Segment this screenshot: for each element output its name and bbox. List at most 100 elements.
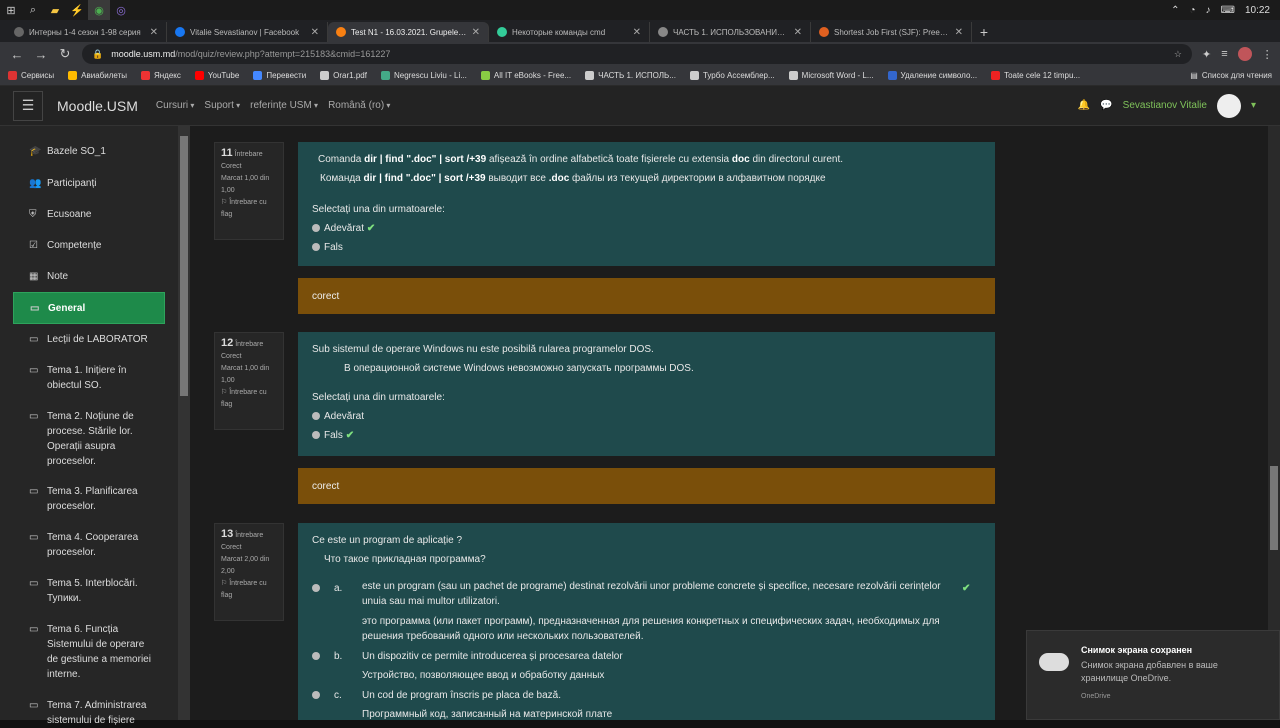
extensions-icon[interactable]: ✦: [1202, 48, 1211, 61]
sidebar-item-participants[interactable]: 👥 Participanți: [13, 176, 165, 191]
reload-icon[interactable]: ↻: [58, 46, 72, 62]
app-icon[interactable]: ⚡: [66, 0, 88, 20]
forward-icon[interactable]: →: [34, 47, 48, 62]
site-brand[interactable]: Moodle.USM: [57, 98, 138, 114]
sidebar-item-section[interactable]: ▭ Lecții de LABORATOR: [13, 332, 165, 347]
answer-option[interactable]: Fals ✔: [312, 426, 981, 445]
chevron-up-icon[interactable]: ⌃: [1171, 5, 1179, 16]
bookmark-item[interactable]: Сервисы: [8, 71, 54, 80]
bookmark-item[interactable]: Toate cele 12 timpu...: [991, 71, 1080, 80]
flag-question-link[interactable]: Întrebare cu flag: [221, 389, 267, 408]
flag-icon[interactable]: ⚐: [221, 580, 227, 587]
close-icon[interactable]: ✕: [794, 27, 802, 38]
answer-option[interactable]: c. Un cod de program înscris pe placa de…: [312, 686, 981, 720]
close-icon[interactable]: ✕: [150, 27, 158, 38]
system-tray: ⌃ ◔ ♪ ⌨ 10:22: [1171, 5, 1280, 16]
radio-button[interactable]: [312, 431, 320, 440]
chevron-down-icon[interactable]: ▾: [1251, 100, 1256, 111]
scrollbar-thumb[interactable]: [180, 136, 188, 396]
bookmark-item[interactable]: Турбо Ассемблер...: [689, 71, 775, 80]
bookmark-item[interactable]: Яндекс: [140, 71, 181, 80]
browser-tab[interactable]: Shortest Job First (SJF): Preempti ✕: [811, 22, 972, 42]
bookmark-item[interactable]: Negrescu Liviu - Li...: [380, 71, 467, 80]
sidebar-item-badges[interactable]: ⛨ Ecusoane: [13, 207, 165, 222]
sidebar-item-competencies[interactable]: ☑ Competențe: [13, 238, 165, 253]
answer-option[interactable]: Adevărat: [312, 407, 981, 426]
menu-referinte[interactable]: referințe USM: [250, 100, 318, 111]
file-explorer-icon[interactable]: ▰: [44, 0, 66, 20]
close-icon[interactable]: ✕: [472, 27, 480, 38]
flag-icon[interactable]: ⚐: [221, 199, 227, 206]
answer-option[interactable]: Fals: [312, 238, 981, 257]
browser-tab[interactable]: Интерны 1-4 сезон 1-98 серия ✕: [6, 22, 167, 42]
onedrive-notification[interactable]: Снимок экрана сохранен Снимок экрана доб…: [1026, 630, 1280, 720]
browser-tab[interactable]: Некоторые команды cmd ✕: [489, 22, 650, 42]
new-tab-button[interactable]: +: [972, 22, 996, 42]
wifi-icon[interactable]: ◔: [1189, 5, 1195, 16]
bookmark-item[interactable]: Microsoft Word - L...: [788, 71, 874, 80]
star-icon[interactable]: ☆: [1174, 49, 1182, 60]
back-icon[interactable]: ←: [10, 47, 24, 62]
url-input[interactable]: 🔒 moodle.usm.md /mod/quiz/review.php?att…: [82, 44, 1192, 64]
bell-icon[interactable]: 🔔: [1078, 100, 1090, 111]
answer-option[interactable]: b. Un dispozitiv ce permite introducerea…: [312, 647, 981, 685]
avatar[interactable]: [1216, 93, 1241, 118]
menu-icon[interactable]: ⋮: [1262, 48, 1273, 61]
menu-cursuri[interactable]: Cursuri: [156, 100, 194, 111]
bookmark-item[interactable]: Orar1.pdf: [320, 71, 367, 80]
scrollbar-thumb[interactable]: [1270, 466, 1278, 550]
close-icon[interactable]: ✕: [955, 27, 963, 38]
sidebar-item-general[interactable]: ▭ General: [13, 292, 165, 324]
radio-button[interactable]: [312, 584, 320, 592]
clock[interactable]: 10:22: [1245, 5, 1270, 16]
sidebar-item-section[interactable]: ▭ Tema 3. Planificarea proceselor.: [13, 484, 165, 514]
chat-icon[interactable]: 💬: [1100, 100, 1112, 111]
language-icon[interactable]: ⌨: [1221, 5, 1235, 16]
radio-button[interactable]: [312, 243, 320, 252]
bookmark-item[interactable]: All IT eBooks - Free...: [480, 71, 571, 80]
reading-list-link[interactable]: ▤ Список для чтения: [1190, 71, 1280, 80]
flag-question-link[interactable]: Întrebare cu flag: [221, 199, 267, 218]
hamburger-menu-button[interactable]: ☰: [13, 90, 43, 121]
menu-language[interactable]: Română (ro): [328, 100, 390, 111]
sidebar-item-section[interactable]: ▭ Tema 7. Administrarea sistemului de fiș…: [13, 698, 165, 728]
close-icon[interactable]: ✕: [633, 27, 641, 38]
radio-button[interactable]: [312, 652, 320, 660]
radio-button[interactable]: [312, 691, 320, 699]
radio-button[interactable]: [312, 224, 320, 233]
bookmark-item[interactable]: YouTube: [194, 71, 240, 80]
answer-option[interactable]: Adevărat ✔: [312, 219, 981, 238]
browser-tab-active[interactable]: Test N1 - 16.03.2021. Grupele ro... ✕: [328, 22, 489, 42]
bookmark-item[interactable]: Удаление символо...: [887, 71, 977, 80]
bookmark-label: Сервисы: [21, 71, 55, 80]
lock-icon[interactable]: 🔒: [92, 49, 103, 60]
sidebar-item-section[interactable]: ▭ Tema 6. Funcția Sistemului de operare d…: [13, 622, 165, 682]
browser-tab[interactable]: ЧАСТЬ 1. ИСПОЛЬЗОВАНИЕ ТУ ✕: [650, 22, 811, 42]
viber-icon[interactable]: ◎: [110, 0, 132, 20]
browser-tab[interactable]: Vitalie Sevastianov | Facebook ✕: [167, 22, 328, 42]
answer-option[interactable]: a. este un program (sau un pachet de pro…: [312, 579, 981, 644]
menu-suport[interactable]: Suport: [204, 100, 240, 111]
close-icon[interactable]: ✕: [311, 27, 319, 38]
sidebar-item-section[interactable]: ▭ Tema 5. Interblocări. Тупики.: [13, 576, 165, 606]
sidebar-item-section[interactable]: ▭ Tema 4. Cooperarea proceselor.: [13, 530, 165, 560]
bookmark-item[interactable]: Авиабилеты: [68, 71, 127, 80]
sidebar-item-section[interactable]: ▭ Tema 2. Noțiune de procese. Stările lor…: [13, 409, 165, 469]
user-name[interactable]: Sevastianov Vitalie: [1123, 100, 1207, 111]
bookmark-item[interactable]: ЧАСТЬ 1. ИСПОЛЬ...: [585, 71, 676, 80]
sidebar-item-course[interactable]: 🎓 Bazele SO_1: [13, 144, 165, 159]
flag-question-link[interactable]: Întrebare cu flag: [221, 580, 267, 599]
reading-list-icon[interactable]: ≡: [1221, 48, 1227, 60]
radio-button[interactable]: [312, 412, 320, 421]
sidebar-item-section[interactable]: ▭ Tema 1. Inițiere în obiectul SO.: [13, 363, 165, 393]
chrome-icon[interactable]: ◉: [88, 0, 110, 20]
sidebar-item-grades[interactable]: ▦ Note: [13, 269, 165, 284]
bookmark-item[interactable]: Перевести: [253, 71, 306, 80]
sidebar-scrollbar[interactable]: [178, 126, 190, 720]
search-icon[interactable]: ⌕: [22, 0, 44, 20]
profile-avatar[interactable]: [1237, 47, 1252, 61]
flag-icon[interactable]: ⚐: [221, 389, 227, 396]
bookmark-label: YouTube: [207, 71, 240, 80]
windows-start-icon[interactable]: ⊞: [0, 0, 22, 20]
volume-icon[interactable]: ♪: [1206, 5, 1211, 16]
